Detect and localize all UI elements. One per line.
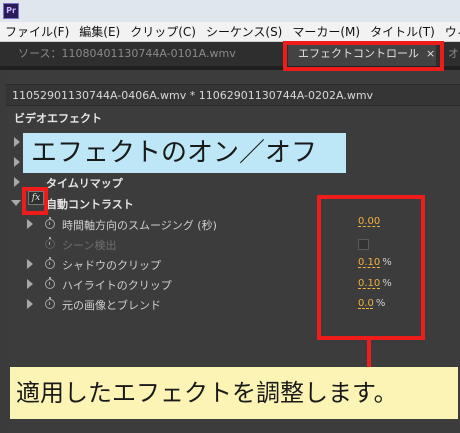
param-label: シャドウのクリップ [62,259,161,272]
highlight-box-values [317,195,425,340]
expand-triangle-icon[interactable] [27,259,33,269]
param-label: シーン検出 [62,239,117,252]
param-row-highlight-clip: ハイライトのクリップ [6,274,326,294]
menu-bar: ファイル(F) 編集(E) クリップ(C) シーケンス(S) マーカー(M) タ… [0,22,460,42]
param-label: ハイライトのクリップ [62,279,172,292]
menu-file[interactable]: ファイル(F) [0,22,74,41]
stopwatch-icon [45,237,55,249]
stopwatch-icon[interactable] [45,297,55,309]
expand-triangle-icon[interactable] [27,299,33,309]
premiere-app-icon: Pr [3,3,19,19]
highlight-connector-line [367,340,371,367]
tab-next[interactable]: オ [446,42,460,66]
stopwatch-icon[interactable] [45,257,55,269]
menu-clip[interactable]: クリップ(C) [125,22,201,41]
expand-triangle-icon[interactable] [27,219,33,229]
title-bar: Pr [0,0,460,22]
stopwatch-icon[interactable] [45,277,55,289]
callout-fx-toggle: エフェクトのオン／オフ [23,133,346,173]
expand-triangle-icon[interactable] [14,157,20,167]
callout-adjust-effect: 適用したエフェクトを調整します。 [10,367,458,419]
clip-title: 11052901130744A-0406A.wmv * 110629011307… [12,89,374,102]
menu-marker[interactable]: マーカー(M) [287,22,365,41]
auto-contrast-label: 自動コントラスト [46,198,134,211]
menu-edit[interactable]: 編集(E) [74,22,125,41]
effect-row-time-remap[interactable]: タイムリマップ [6,172,326,192]
stopwatch-icon[interactable] [45,217,55,229]
expand-triangle-icon[interactable] [14,137,20,147]
menu-window[interactable]: ウィンドウ(W) [440,22,460,41]
clip-header: 11052901130744A-0406A.wmv * 110629011307… [6,84,460,106]
expand-triangle-icon[interactable] [14,177,20,187]
param-row-temporal-smoothing: 時間軸方向のスムージング (秒) [6,214,326,234]
menu-title[interactable]: タイトル(T) [365,22,440,41]
param-label: 時間軸方向のスムージング (秒) [62,219,217,232]
tab-source[interactable]: ソース：11080401130744A-0101A.wmv [6,42,276,66]
expand-triangle-icon[interactable] [27,279,33,289]
menu-sequence[interactable]: シーケンス(S) [201,22,287,41]
param-row-shadow-clip: シャドウのクリップ [6,254,326,274]
param-label: 元の画像とブレンド [62,299,161,312]
param-row-blend: 元の画像とブレンド [6,294,326,314]
effect-row-auto-contrast[interactable]: fx 自動コントラスト [6,191,326,213]
highlight-box-fx [22,187,48,215]
collapse-triangle-icon[interactable] [11,200,21,206]
section-video-effects: ビデオエフェクト [14,112,102,125]
param-row-scene-detect: シーン検出 [6,234,326,254]
highlight-box-tab [283,41,444,71]
time-remap-label: タイムリマップ [46,177,123,190]
